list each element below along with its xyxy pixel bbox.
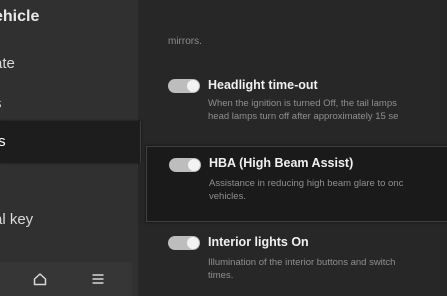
sidebar-header: ehicle — [0, 8, 40, 25]
setting-description: When the ignition is turned Off, the tai… — [208, 98, 399, 122]
setting-description: Illumination of the interior buttons and… — [208, 257, 396, 281]
toggle-knob — [187, 80, 199, 92]
sidebar-item-digital-key[interactable]: al key — [0, 202, 138, 238]
setting-title: Headlight time-out — [208, 78, 318, 92]
sidebar-item-label: ts — [0, 133, 6, 150]
sidebar-item-seats[interactable]: s — [0, 86, 138, 122]
setting-interior-lights-on[interactable]: Interior lights On Illumination of the i… — [146, 226, 447, 296]
sidebar-item-label: ate — [0, 55, 15, 72]
headlight-time-out-toggle[interactable] — [168, 79, 200, 93]
sidebar-item-label: s — [0, 86, 2, 122]
menu-icon[interactable] — [90, 271, 106, 287]
settings-screen: ehicle ate s ts al key mirrors. — [0, 0, 447, 296]
settings-list: mirrors. Headlight time-out When the ign… — [146, 0, 447, 296]
sidebar-item-climate[interactable]: ate — [0, 46, 138, 82]
sidebar-item-label: al key — [0, 211, 34, 228]
hba-toggle[interactable] — [169, 158, 201, 172]
setting-hba[interactable]: HBA (High Beam Assist) Assistance in red… — [146, 146, 447, 222]
setting-description: Assistance in reducing high beam glare t… — [209, 178, 404, 202]
setting-title: HBA (High Beam Assist) — [209, 156, 354, 170]
previous-setting-description: mirrors. — [168, 36, 202, 47]
setting-headlight-time-out[interactable]: Headlight time-out When the ignition is … — [146, 66, 447, 132]
sidebar: ehicle ate s ts al key — [0, 0, 141, 296]
sidebar-item-lights[interactable]: ts — [0, 121, 141, 163]
home-icon[interactable] — [32, 271, 48, 287]
bottom-bar — [0, 262, 132, 296]
interior-lights-on-toggle[interactable] — [168, 236, 200, 250]
toggle-knob — [187, 237, 199, 249]
toggle-knob — [188, 159, 200, 171]
setting-title: Interior lights On — [208, 235, 309, 249]
